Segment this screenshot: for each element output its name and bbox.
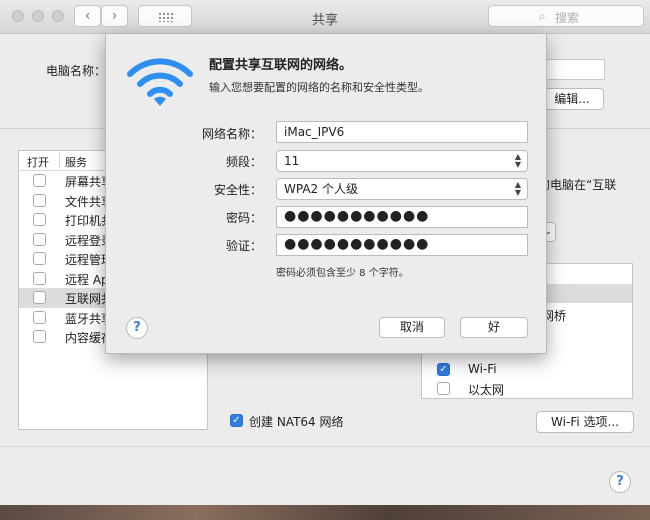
desktop-background bbox=[0, 505, 650, 520]
service-checkbox[interactable] bbox=[33, 271, 46, 285]
nat64-label: 创建 NAT64 网络 bbox=[249, 415, 344, 429]
port-label: 以太网 bbox=[468, 383, 505, 397]
port-row-ethernet[interactable]: 以太网 bbox=[422, 379, 632, 398]
password-hint: 密码必须包含至少 8 个字符。 bbox=[276, 268, 409, 279]
divider bbox=[0, 446, 650, 447]
port-row-wifi[interactable]: ✓ Wi-Fi bbox=[422, 360, 632, 379]
security-label: 安全性： bbox=[213, 183, 262, 197]
ethernet-checkbox[interactable] bbox=[437, 382, 450, 395]
nat64-checkbox[interactable]: ✓ bbox=[230, 414, 243, 427]
dialog-title: 配置共享互联网的网络。 bbox=[209, 58, 353, 73]
service-checkbox[interactable] bbox=[33, 193, 46, 207]
port-label: Wi-Fi bbox=[468, 362, 497, 376]
verify-label: 验证： bbox=[225, 239, 262, 253]
password-input[interactable]: ●●●●●●●●●●● bbox=[276, 206, 528, 228]
network-name-input[interactable]: iMac_IPV6 bbox=[276, 121, 528, 143]
header-service: 服务 bbox=[65, 156, 87, 169]
security-value: WPA2 个人级 bbox=[284, 182, 358, 196]
service-checkbox[interactable] bbox=[33, 213, 46, 226]
magnifier-icon: ⌕ bbox=[539, 9, 546, 23]
channel-value: 11 bbox=[284, 154, 300, 168]
service-checkbox[interactable] bbox=[33, 330, 46, 343]
service-checkbox[interactable] bbox=[33, 232, 46, 246]
header-separator bbox=[59, 153, 60, 168]
help-button[interactable]: ? bbox=[609, 471, 631, 493]
service-checkbox[interactable] bbox=[33, 252, 46, 265]
header-open: 打开 bbox=[27, 156, 49, 169]
security-select[interactable]: WPA2 个人级 ▲ ▼ bbox=[276, 178, 528, 200]
wifi-options-button[interactable]: Wi-Fi 选项... bbox=[536, 411, 634, 433]
updown-arrows-icon: ▲ ▼ bbox=[514, 180, 522, 197]
password-label: 密码： bbox=[225, 211, 262, 225]
wifi-icon bbox=[127, 58, 193, 106]
computer-name-field[interactable] bbox=[540, 59, 605, 80]
dialog-help-button[interactable]: ? bbox=[126, 317, 148, 339]
service-checkbox[interactable] bbox=[33, 310, 46, 324]
edit-button[interactable]: 编辑... bbox=[540, 88, 604, 110]
network-name-label: 网络名称： bbox=[201, 127, 262, 141]
channel-select[interactable]: 11 ▲ ▼ bbox=[276, 150, 528, 172]
channel-label: 频段： bbox=[225, 155, 262, 169]
dialog-subtitle: 输入您想要配置的网络的名称和安全性类型。 bbox=[209, 81, 429, 94]
cancel-button[interactable]: 取消 bbox=[379, 317, 445, 338]
service-checkbox[interactable] bbox=[33, 291, 46, 304]
wifi-config-dialog: 配置共享互联网的网络。 输入您想要配置的网络的名称和安全性类型。 网络名称： i… bbox=[105, 34, 547, 354]
updown-arrows-icon: ▲ ▼ bbox=[514, 152, 522, 169]
wifi-checkbox[interactable]: ✓ bbox=[437, 363, 450, 376]
title-bar: ‹ › 共享 ⌕ 搜索 bbox=[0, 0, 650, 34]
computer-name-label: 电脑名称： bbox=[46, 64, 107, 78]
internet-sharing-description: 的电脑在“互联 bbox=[538, 178, 617, 192]
verify-input[interactable]: ●●●●●●●●●●● bbox=[276, 234, 528, 256]
ok-button[interactable]: 好 bbox=[460, 317, 528, 338]
search-input[interactable]: ⌕ 搜索 bbox=[488, 5, 644, 27]
sharing-window: ‹ › 共享 ⌕ 搜索 电脑名称： 编辑... 打开 服务 屏幕共享 文件共享 打印… bbox=[0, 0, 650, 520]
service-checkbox[interactable] bbox=[33, 174, 46, 187]
search-placeholder: 搜索 bbox=[555, 11, 580, 25]
